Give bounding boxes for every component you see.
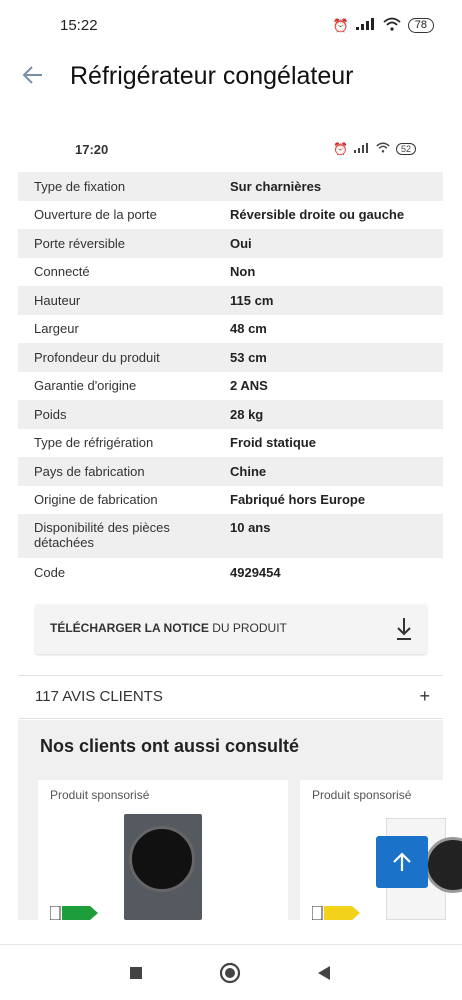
status-time: 15:22 [60,17,98,34]
back-arrow-icon[interactable] [20,62,46,88]
battery-icon: 78 [407,18,434,33]
back-triangle-icon[interactable] [312,961,336,985]
spec-key: Profondeur du produit [34,349,160,365]
spec-key: Garantie d'origine [34,378,137,394]
spec-value: 115 cm [230,292,274,308]
table-row: Ouverture de la porte Réversible droite o… [18,201,443,230]
spec-key: Ouverture de la porte [34,207,157,223]
spec-value: 48 cm [230,321,267,337]
embedded-status-time: 17:20 [75,142,109,157]
scroll-to-top-button[interactable] [376,836,428,888]
wifi-icon [383,17,401,34]
download-manual-button[interactable]: TÉLÉCHARGER LA NOTICE DU PRODUIT [35,604,427,654]
table-row: Connecté Non [18,258,443,287]
spec-value: 2 ANS [230,378,268,394]
table-row: Code 4929454 [18,558,443,587]
table-row: Largeur 48 cm [18,315,443,344]
divider [18,718,443,719]
plus-icon: + [419,686,430,706]
spec-value: Sur charnières [230,178,322,194]
reviews-label: 117 AVIS CLIENTS [35,688,163,705]
divider [18,675,443,676]
also-viewed-title: Nos clients ont aussi consulté [40,736,300,756]
download-icon [397,618,411,640]
table-row: Poids 28 kg [18,400,443,429]
spec-value: Chine [230,463,267,479]
spec-value: Oui [230,235,252,251]
spec-value: Réversible droite ou gauche [230,207,405,223]
washing-machine-image [124,814,202,920]
signal-icon [353,142,370,156]
system-nav-bar [0,944,462,1000]
product-card[interactable]: Produit sponsorisé [38,780,288,920]
spec-key: Origine de fabrication [34,492,158,508]
home-icon[interactable] [218,961,242,985]
also-viewed-section: Nos clients ont aussi consulté Produit s… [18,720,462,920]
spec-key: Code [34,564,66,580]
table-row: Garantie d'origine 2 ANS [18,372,443,401]
spec-key: Connecté [34,264,90,280]
spec-value: Fabriqué hors Europe [230,492,366,508]
energy-label-icon [312,906,360,920]
spec-value: 10 ans [230,520,271,535]
spec-key: Hauteur [34,292,81,308]
table-row: Disponibilité des pièces détachées 10 ans [18,514,443,558]
page-title: Réfrigérateur congélateur [70,62,354,90]
table-row: Profondeur du produit 53 cm [18,343,443,372]
spec-key: Pays de fabrication [34,463,145,479]
table-row: Type de fixation Sur charnières [18,172,443,201]
embedded-status-icons: ⏰ 52 [333,142,416,156]
spec-table: Type de fixation Sur charnières Ouverture… [18,172,443,587]
alarm-icon: ⏰ [332,17,349,33]
spec-value: 53 cm [230,349,267,365]
spec-key: Type de réfrigération [34,435,154,451]
app-bar: Réfrigérateur congélateur [0,52,462,108]
download-manual-bold: TÉLÉCHARGER LA NOTICE [50,621,209,635]
spec-key: Largeur [34,321,79,337]
spec-value: 28 kg [230,406,264,422]
table-row: Type de réfrigération Froid statique [18,429,443,458]
energy-label-icon [50,906,98,920]
table-row: Origine de fabrication Fabriqué hors Euro… [18,486,443,515]
wifi-icon [376,142,390,156]
embedded-screenshot: 17:20 ⏰ 52 Type de fixation Sur charnière… [0,130,462,920]
sponsored-label: Produit sponsorisé [50,788,150,802]
status-bar: 15:22 ⏰ 78 [0,0,462,52]
sponsored-label: Produit sponsorisé [312,788,412,802]
spec-key: Type de fixation [34,178,126,194]
signal-icon [355,18,376,33]
alarm-icon: ⏰ [333,142,348,156]
spec-value: Non [230,264,256,280]
table-row: Hauteur 115 cm [18,286,443,315]
spec-value: Froid statique [230,435,316,451]
recent-apps-icon[interactable] [124,961,148,985]
table-row: Pays de fabrication Chine [18,457,443,486]
spec-key: Poids [34,406,67,422]
arrow-up-icon [393,852,411,871]
download-manual-rest: DU PRODUIT [208,621,287,635]
reviews-toggle[interactable]: 117 AVIS CLIENTS + [35,686,430,706]
spec-key: Porte réversible [34,235,126,251]
spec-value: 4929454 [230,564,281,580]
table-row: Porte réversible Oui [18,229,443,258]
embedded-status-bar: 17:20 ⏰ 52 [0,142,462,162]
download-manual-label: TÉLÉCHARGER LA NOTICE DU PRODUIT [50,621,287,635]
battery-icon: 52 [395,143,416,155]
status-icons: ⏰ 78 [333,17,434,34]
spec-key: Disponibilité des pièces détachées [34,520,170,550]
